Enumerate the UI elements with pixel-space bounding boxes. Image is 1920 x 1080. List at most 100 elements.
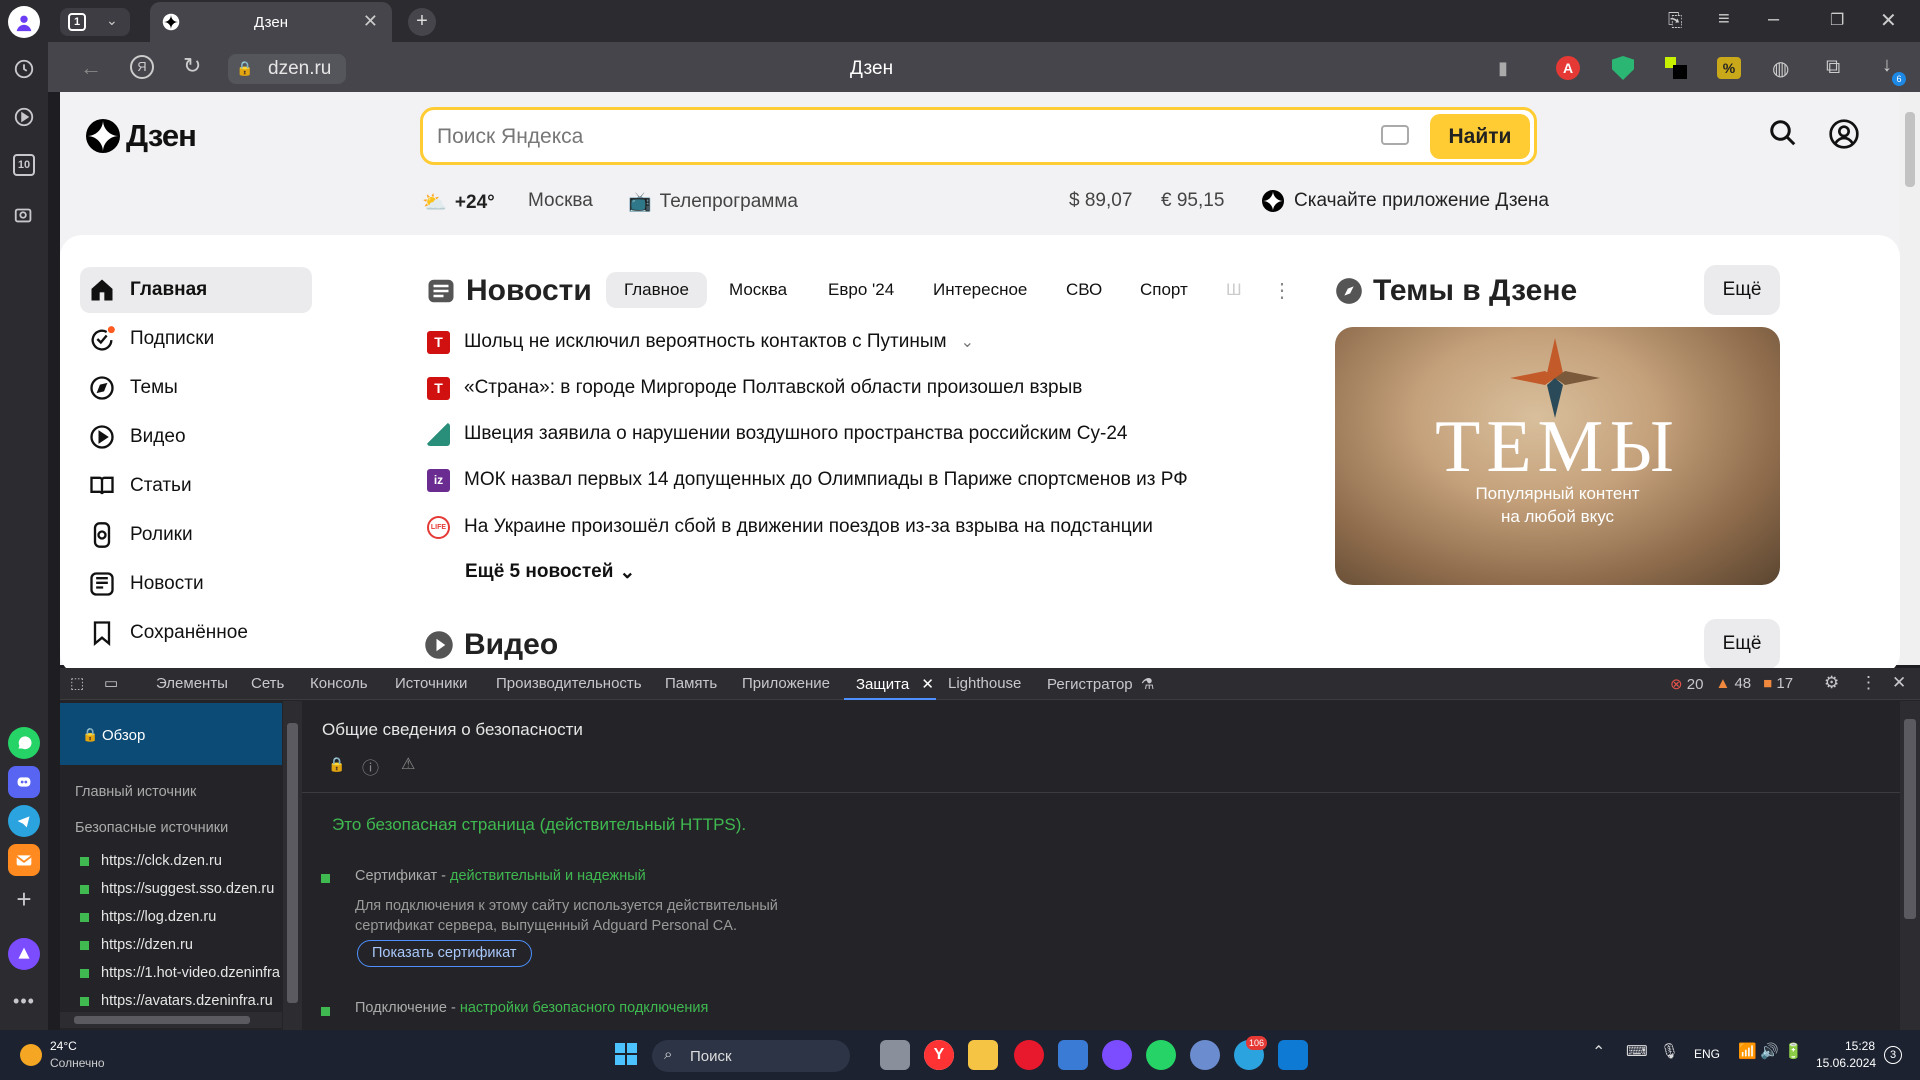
more-news-button[interactable]: Ещё 5 новостей ⌄: [465, 561, 635, 584]
nav-video[interactable]: Видео: [80, 414, 312, 460]
clock-time[interactable]: 15:28: [1835, 1039, 1875, 1053]
discord-icon[interactable]: [8, 766, 40, 798]
nav-saved[interactable]: Сохранённое: [80, 610, 312, 656]
back-icon[interactable]: ←: [80, 55, 102, 81]
news-item[interactable]: Швеция заявила о нарушении воздушного пр…: [427, 419, 1127, 449]
origin-item[interactable]: https://clck.dzen.ru: [80, 853, 222, 869]
nav-subscriptions[interactable]: Подписки: [80, 316, 312, 362]
topics-more-button[interactable]: Ещё: [1704, 265, 1780, 315]
reload-icon[interactable]: ↻: [183, 53, 201, 79]
overview-item[interactable]: 🔒 Обзор: [60, 703, 282, 765]
lock-filter-icon[interactable]: 🔒: [328, 756, 345, 773]
chevron-down-icon[interactable]: ⌄: [961, 332, 974, 352]
dt-tab-sources[interactable]: Источники: [395, 675, 467, 692]
origin-item[interactable]: https://dzen.ru: [80, 937, 193, 953]
mail-icon[interactable]: [8, 844, 40, 876]
warning-filter-icon[interactable]: ⚠: [401, 754, 415, 774]
settings-taskbar-icon[interactable]: [1190, 1040, 1220, 1070]
wifi-icon[interactable]: 📶: [1738, 1042, 1757, 1060]
dt-tab-security[interactable]: Защита ✕: [856, 675, 934, 693]
news-tab-euro[interactable]: Евро '24: [810, 272, 912, 308]
telegram-icon[interactable]: [8, 805, 40, 837]
user-icon[interactable]: [1828, 118, 1860, 150]
extension-icon[interactable]: [1665, 57, 1687, 79]
windows-start-icon[interactable]: [614, 1042, 638, 1066]
tabs-count-icon[interactable]: 10: [8, 149, 40, 181]
add-app-icon[interactable]: +: [8, 883, 40, 915]
alice-taskbar-icon[interactable]: [1102, 1040, 1132, 1070]
video-more-button[interactable]: Ещё: [1704, 619, 1780, 669]
volume-icon[interactable]: 🔊: [1760, 1042, 1779, 1060]
news-tab-moscow[interactable]: Москва: [711, 272, 805, 308]
yandex-icon[interactable]: Я: [130, 55, 154, 79]
percent-extension-icon[interactable]: %: [1717, 57, 1741, 79]
collections-icon[interactable]: ⧉: [1826, 56, 1840, 79]
news-item[interactable]: LIFE На Украине произошёл сбой в движени…: [427, 512, 1153, 542]
nav-home[interactable]: Главная: [80, 267, 312, 313]
sidebar-hscrollbar[interactable]: [60, 1012, 282, 1028]
news-tab-main[interactable]: Главное: [606, 272, 707, 308]
news-item[interactable]: Т «Страна»: в городе Миргороде Полтавско…: [427, 373, 1082, 403]
tab-dzen[interactable]: Дзен ✕: [150, 2, 392, 42]
dt-tab-memory[interactable]: Память: [665, 675, 717, 692]
news-heading[interactable]: Новости: [426, 274, 592, 308]
dt-tab-console[interactable]: Консоль: [310, 675, 368, 692]
nav-shorts[interactable]: Ролики: [80, 512, 312, 558]
origin-item[interactable]: https://log.dzen.ru: [80, 909, 216, 925]
tray-chevron-icon[interactable]: ⌃: [1592, 1042, 1605, 1062]
menu-icon[interactable]: ≡: [1718, 8, 1730, 31]
info-filter-icon[interactable]: ⓘ: [362, 754, 379, 779]
history-icon[interactable]: [8, 53, 40, 85]
news-item[interactable]: iz МОК назвал первых 14 допущенных до Ол…: [427, 465, 1188, 495]
tv-program-link[interactable]: 📺 Телепрограмма: [628, 190, 798, 214]
screenshot-icon[interactable]: [8, 199, 40, 231]
weather-widget[interactable]: ⛅ +24°: [422, 190, 495, 215]
news-tab-faded[interactable]: Ш: [1208, 272, 1260, 308]
topics-heading[interactable]: Темы в Дзене: [1335, 274, 1577, 308]
dt-tab-lighthouse[interactable]: Lighthouse: [948, 675, 1021, 692]
search-icon[interactable]: [1768, 118, 1798, 148]
vscode-icon[interactable]: [1278, 1040, 1308, 1070]
dt-tab-recorder[interactable]: Регистратор ⚗: [1047, 675, 1154, 693]
settings-icon[interactable]: ⚙: [1824, 673, 1839, 693]
notification-badge[interactable]: 3: [1884, 1046, 1902, 1064]
profile-avatar[interactable]: [8, 6, 40, 38]
device-toggle-icon[interactable]: ▭: [104, 674, 118, 692]
origin-item[interactable]: https://1.hot-video.dzeninfra: [80, 965, 280, 981]
globe-icon[interactable]: ◍: [1772, 56, 1789, 81]
tab-counter[interactable]: 1 ⌄: [60, 8, 130, 36]
minimize-icon[interactable]: –: [1768, 8, 1779, 31]
dzen-logo[interactable]: Дзен: [86, 118, 197, 154]
battery-icon[interactable]: 🔋: [1784, 1042, 1803, 1060]
dt-tab-application[interactable]: Приложение: [742, 675, 830, 692]
keyboard-icon[interactable]: [1381, 125, 1409, 145]
search-input[interactable]: [437, 122, 1337, 152]
download-icon[interactable]: ↓: [1882, 54, 1892, 77]
video-heading[interactable]: Видео: [424, 628, 558, 662]
usd-rate[interactable]: $ 89,07: [1069, 190, 1132, 212]
topics-banner[interactable]: ТЕМЫ Популярный контент на любой вкус: [1335, 327, 1780, 585]
yandex-browser-icon[interactable]: Y: [924, 1040, 954, 1070]
search-button[interactable]: Найти: [1430, 114, 1530, 159]
opera-icon[interactable]: [1014, 1040, 1044, 1070]
nav-articles[interactable]: Статьи: [80, 463, 312, 509]
news-item[interactable]: Т Шольц не исключил вероятность контакто…: [427, 327, 974, 357]
whatsapp-icon[interactable]: [8, 727, 40, 759]
keyboard-tray-icon[interactable]: ⌨: [1626, 1042, 1648, 1060]
store-icon[interactable]: [1058, 1040, 1088, 1070]
bookmarks-panel-icon[interactable]: ⎘: [1668, 10, 1682, 31]
mic-icon[interactable]: 🎙: [1660, 1042, 1679, 1060]
adblock-icon[interactable]: A: [1556, 56, 1580, 80]
issue-counters[interactable]: ⊗ 20 ▲ 48 ■ 17: [1670, 675, 1793, 693]
inspect-icon[interactable]: ⬚: [70, 674, 84, 692]
show-certificate-button[interactable]: Показать сертификат: [357, 940, 532, 967]
bookmark-icon[interactable]: ▮: [1498, 58, 1508, 79]
restore-icon[interactable]: ❐: [1830, 10, 1844, 30]
origin-item[interactable]: https://avatars.dzeninfra.ru: [80, 993, 280, 1009]
main-vscrollbar[interactable]: [1900, 701, 1920, 1030]
origin-item[interactable]: https://suggest.sso.dzen.ru: [80, 881, 274, 897]
news-tab-sport[interactable]: Спорт: [1122, 272, 1206, 308]
dt-tab-elements[interactable]: Элементы: [156, 675, 228, 692]
taskbar-temp[interactable]: 24°C: [50, 1039, 77, 1053]
sidebar-vscrollbar[interactable]: [283, 701, 302, 1030]
